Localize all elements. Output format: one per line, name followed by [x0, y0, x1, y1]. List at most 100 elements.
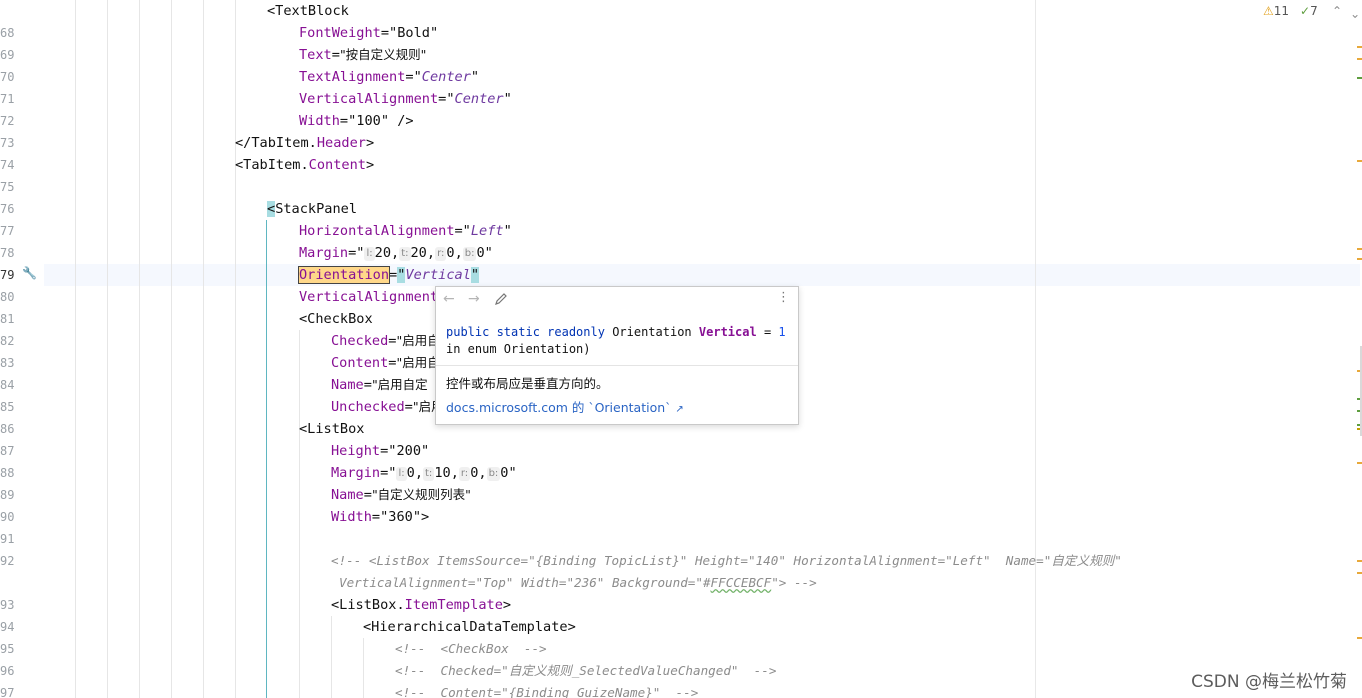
scroll-marker — [1357, 58, 1362, 60]
scroll-marker — [1357, 46, 1362, 48]
comment-text: "> --> — [771, 575, 817, 590]
attr-value: "200" — [388, 443, 430, 459]
more-vertical-icon[interactable]: ⋮ — [777, 290, 790, 305]
arrow-right-icon[interactable]: → — [468, 291, 480, 307]
inlay-hint: t: — [423, 467, 435, 481]
indent-guide — [235, 0, 236, 698]
attr-name: TextAlignment — [299, 69, 406, 85]
code-line: Width="360"> — [331, 509, 430, 525]
inspection-checks[interactable]: ✓7 — [1300, 4, 1318, 18]
attr-name: Margin — [331, 465, 381, 481]
scroll-marker — [1357, 248, 1362, 250]
code-line: Margin=" l: 20, t: 20, r: 0, b: 0" — [299, 245, 493, 261]
code-line: Text="按自定义规则" — [299, 47, 427, 63]
indent-guide — [203, 0, 204, 698]
line-number: 75 — [0, 180, 15, 194]
inlay-hint: l: — [364, 247, 375, 261]
tag-text: <HierarchicalDataTemplate> — [363, 619, 576, 635]
attr-name: HorizontalAlignment — [299, 223, 455, 239]
tag-text: StackPanel — [275, 201, 358, 217]
line-number: 80 — [0, 290, 15, 304]
popup-description: 控件或布局应是垂直方向的。 — [446, 376, 609, 391]
attr-value: "启用自 — [396, 333, 440, 348]
code-comment-wrapped: VerticalAlignment="Top" Width="236" Back… — [339, 572, 817, 594]
code-line-current: Orientation="Vertical" — [297, 266, 480, 284]
scroll-marker — [1357, 462, 1362, 464]
attr-name: Unchecked — [331, 399, 405, 415]
line-number: 74 — [0, 158, 15, 172]
wrench-icon[interactable]: 🔧 — [22, 266, 37, 280]
scroll-marker — [1357, 637, 1362, 639]
code-comment: <!-- Checked="自定义规则_SelectedValueChanged… — [395, 663, 777, 678]
line-number: 95 — [0, 642, 15, 656]
attr-value: "360"> — [380, 509, 430, 525]
sig-keywords: public static readonly — [446, 325, 605, 339]
attr-value: 20 — [410, 245, 427, 261]
highlighted-attr-name[interactable]: Orientation — [297, 266, 391, 284]
code-line: FontWeight="Bold" — [299, 25, 439, 41]
line-number: 97 — [0, 686, 15, 698]
arrow-left-icon[interactable]: ← — [443, 291, 455, 307]
line-number: 83 — [0, 356, 15, 370]
docs-link-text[interactable]: docs.microsoft.com 的 `Orientation` — [446, 400, 671, 415]
code-line: Checked="启用自 — [331, 333, 440, 349]
line-number: 82 — [0, 334, 15, 348]
attr-value: 0 — [406, 465, 415, 481]
chevron-down-icon[interactable]: ⌃ — [1350, 6, 1360, 20]
inlay-hint: r: — [435, 247, 447, 261]
code-comment: <!-- <ListBox ItemsSource="{Binding Topi… — [331, 553, 1122, 568]
attr-value: 10 — [434, 465, 451, 481]
code-comment: <!-- Content="{Binding GuizeName}" --> — [395, 685, 699, 698]
code-line: <ListBox — [299, 418, 364, 440]
warning-icon: ⚠ — [1263, 4, 1274, 18]
comment-text: VerticalAlignment="Top" Width="236" Back… — [339, 575, 711, 590]
typo-squiggle: FFCCEBCF — [710, 575, 772, 590]
scroll-marker — [1357, 160, 1362, 162]
indent-guide — [171, 0, 172, 698]
inlay-hint: l: — [396, 467, 407, 481]
chevron-up-icon[interactable]: ⌃ — [1332, 4, 1342, 18]
check-count: 7 — [1310, 4, 1318, 18]
attr-value: 0 — [470, 465, 479, 481]
attr-name: VerticalAlignment — [299, 91, 439, 107]
popup-signature: public static readonly Orientation Verti… — [446, 324, 786, 358]
code-line: TextAlignment="Center" — [299, 69, 480, 85]
sig-container: in enum Orientation) — [446, 342, 591, 356]
attr-name: Checked — [331, 333, 389, 349]
line-number: 84 — [0, 378, 15, 392]
tag-property: ItemTemplate — [404, 597, 503, 613]
line-number: 87 — [0, 444, 15, 458]
sig-member: Vertical — [698, 325, 757, 339]
tag-text: </TabItem. — [235, 135, 317, 151]
line-number: 72 — [0, 114, 15, 128]
text-cursor: " — [470, 267, 480, 283]
code-editor[interactable]: 68 69 70 71 72 73 74 75 76 77 78 79 80 81 82 83 84 85 86 87… — [0, 0, 1362, 698]
inlay-hint: r: — [458, 467, 471, 481]
attr-name: Text — [299, 47, 332, 63]
popup-docs-link[interactable]: docs.microsoft.com 的 `Orientation` ↗ — [446, 397, 684, 416]
attr-name: Width — [299, 113, 340, 129]
scroll-marker — [1357, 572, 1362, 574]
line-number: 71 — [0, 92, 15, 106]
line-number: 76 — [0, 202, 15, 216]
code-line: </TabItem.Header> — [235, 132, 374, 154]
attr-value: "Bold" — [389, 25, 439, 41]
pencil-icon[interactable] — [494, 291, 508, 310]
quick-documentation-popup[interactable]: ← → ⋮ public static readonly Orientation… — [435, 286, 799, 425]
attr-value: "启用自 — [396, 355, 440, 370]
attr-name: Width — [331, 509, 372, 525]
line-number: 79 — [0, 268, 15, 282]
right-margin-line — [1035, 0, 1036, 698]
code-line: VerticalAlignment — [299, 286, 438, 308]
code-line: Width="100" /> — [299, 113, 414, 129]
line-number: 70 — [0, 70, 15, 84]
attr-name: FontWeight — [299, 25, 381, 41]
indent-guide — [139, 0, 140, 698]
attr-value[interactable]: Vertical — [405, 267, 470, 283]
inspection-warnings[interactable]: ⚠11 — [1263, 4, 1289, 18]
scroll-marker — [1357, 560, 1362, 562]
code-line: <ListBox.ItemTemplate> — [331, 594, 511, 616]
indent-guide — [75, 0, 76, 698]
attr-name: Height — [331, 443, 381, 459]
line-number: 92 — [0, 554, 15, 568]
